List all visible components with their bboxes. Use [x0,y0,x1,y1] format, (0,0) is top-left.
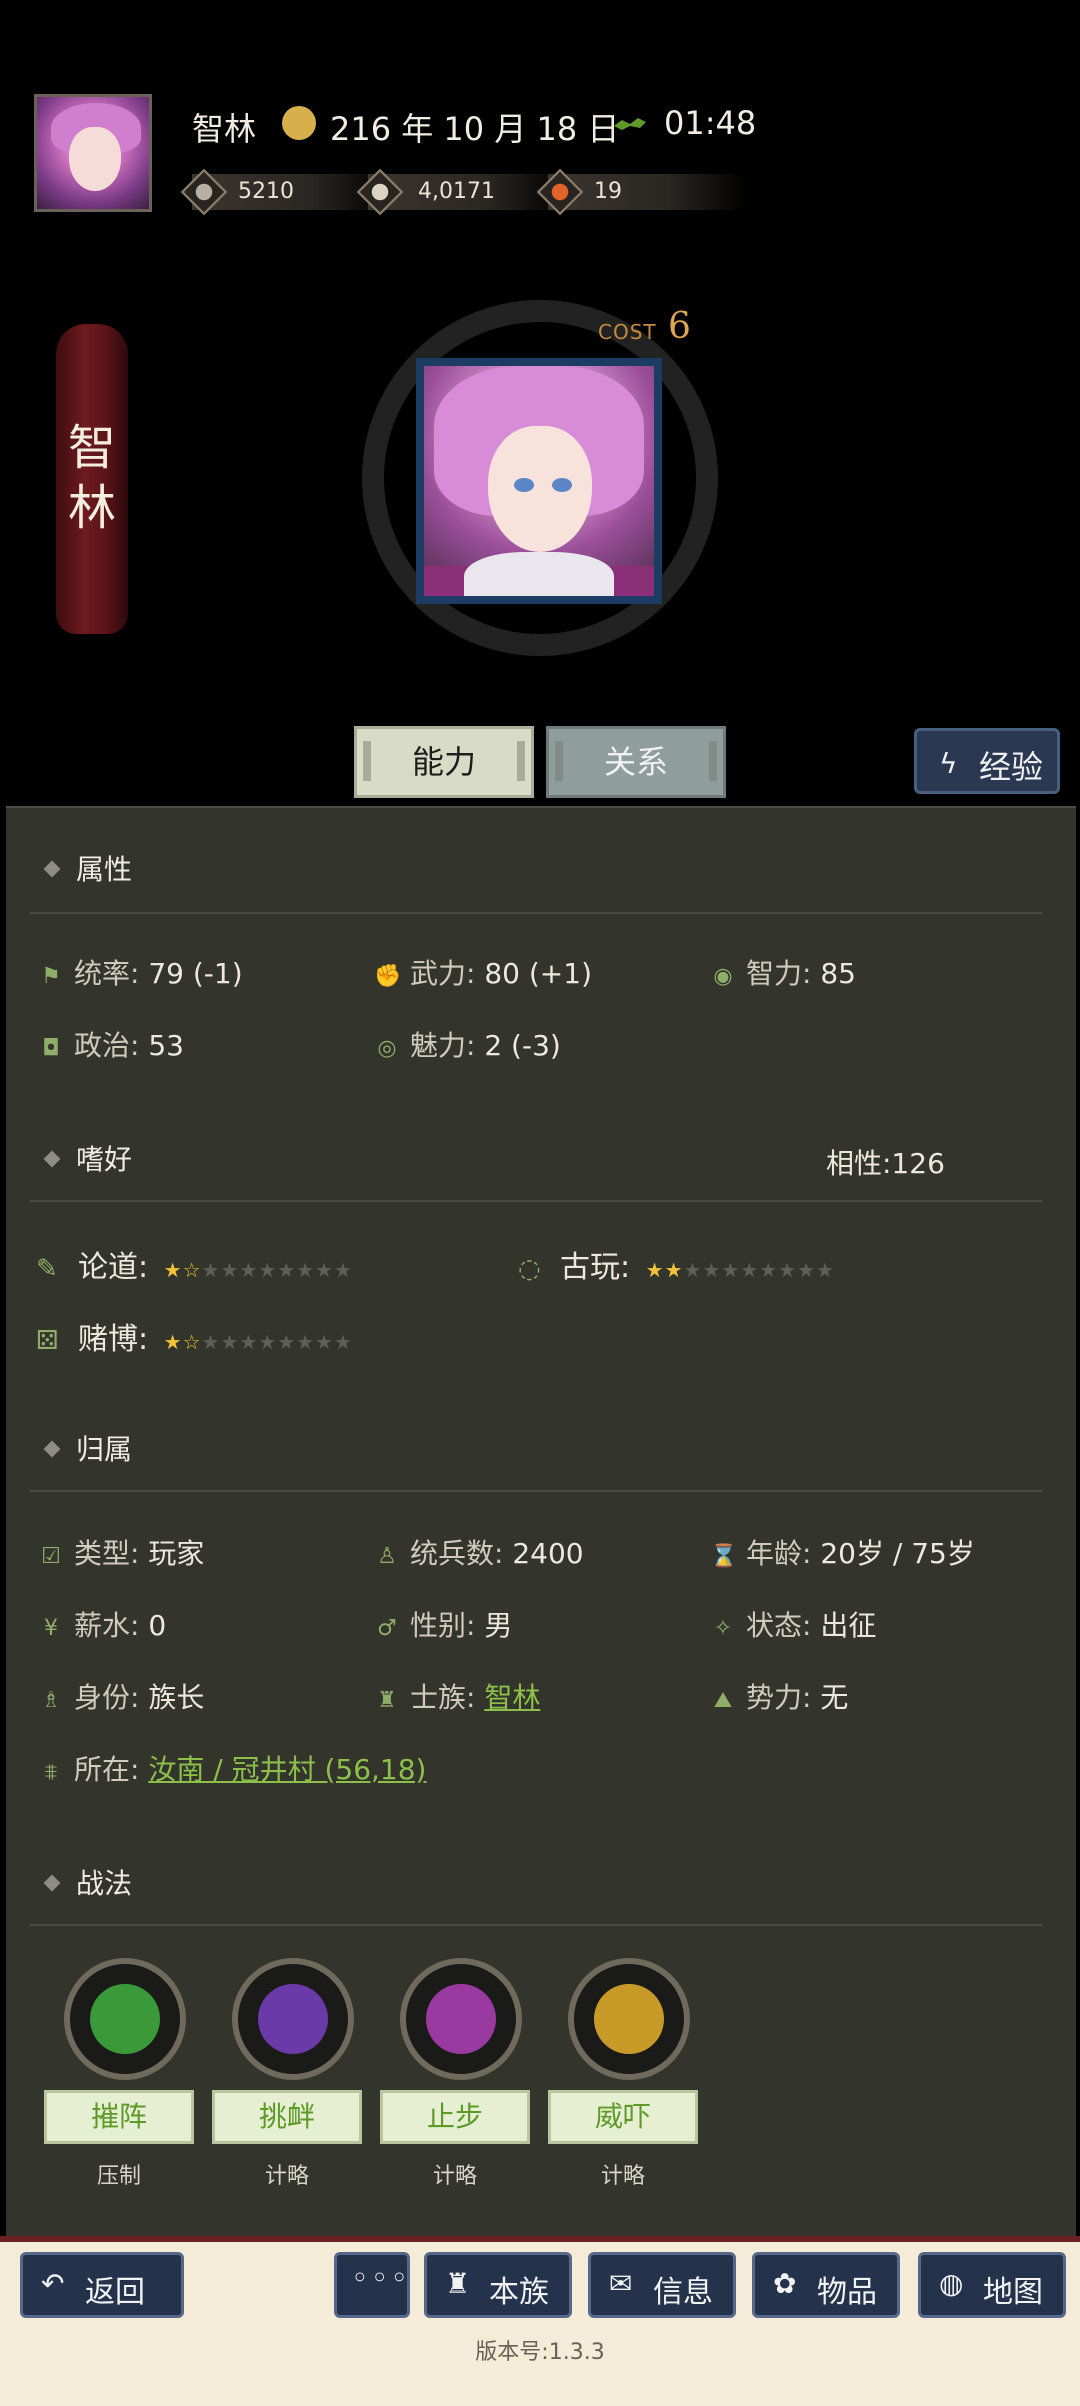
section-attributes: 属性 [36,848,132,888]
hero-portrait[interactable] [416,358,662,604]
lightning-icon: ϟ [939,747,958,780]
items-button[interactable]: ✿ 物品 [752,2252,900,2318]
affinity-value: 相性:126 [826,1147,945,1180]
more-button[interactable]: ◦◦◦ [334,2252,410,2318]
gender-icon: ♂ [377,1616,397,1641]
eye-icon: ◎ [377,1036,397,1061]
status-icon: ✧ [713,1616,733,1641]
info-faction: ⛰ 势力: 无 [710,1676,849,1716]
section-belonging: 归属 [36,1428,132,1468]
divider [30,1924,1042,1926]
info-identity: ♗ 身份: 族长 [38,1676,204,1716]
dragon-clock-icon [614,118,646,130]
scroll-icon: ✎ [36,1254,58,1284]
clan-icon: ♜ [377,1688,397,1713]
clan-link[interactable]: 智林 [484,1681,540,1714]
dice-icon: ⚄ [36,1326,59,1356]
info-type: ☑ 类型: 玩家 [38,1532,204,1572]
calendar-icon [282,106,316,140]
attr-charm: ◎ 魅力: 2 (-3) [374,1024,560,1064]
info-status: ✧ 状态: 出征 [710,1604,877,1644]
player-avatar[interactable] [34,94,152,212]
skill-intimidate-icon [568,1958,690,2080]
star-rating: ★★★★★★★★★★ [645,1258,835,1282]
info-button[interactable]: ✉ 信息 [588,2252,736,2318]
mountain-icon: ⛰ [713,1688,733,1713]
avatar-face [69,127,121,191]
divider [30,1490,1042,1492]
skill-halt-icon [400,1958,522,2080]
divider [30,1200,1042,1202]
back-button[interactable]: ↶ 返回 [20,2252,184,2318]
tab-relation[interactable]: 关系 [546,726,726,798]
name-banner: 智 林 [56,324,128,634]
hobby-gambling: ⚄ 赌博: ★☆★★★★★★★★ [36,1322,353,1357]
info-location: ⩨ 所在: 汝南 / 冠井村 (56,18) [38,1748,427,1788]
game-date: 216 年 10 月 18 日 [330,110,620,148]
cost-label: COST [598,320,657,344]
grass-icon: ⩨ [44,1760,58,1785]
soldier-icon: ♙ [377,1544,397,1569]
attr-command: ⚑ 统率: 79 (-1) [38,952,243,992]
clan-icon: ♜ [445,2267,471,2300]
fist-icon: ✊ [374,964,402,989]
section-hobbies: 嗜好 [36,1138,132,1178]
tab-ability[interactable]: 能力 [354,726,534,798]
hourglass-icon: ⌛ [710,1544,738,1569]
jade-icon: ◌ [518,1254,541,1284]
player-name: 智林 [192,110,257,148]
skill-crush-icon [64,1958,186,2080]
section-tactics: 战法 [36,1862,132,1902]
globe-icon: ◍ [939,2267,964,2300]
star-rating: ★☆★★★★★★★★ [163,1258,353,1282]
skill-provoke-icon [232,1958,354,2080]
info-clan: ♜ 士族: 智林 [374,1676,540,1716]
info-gender: ♂ 性别: 男 [374,1604,512,1644]
figure-icon: ♗ [41,1688,61,1713]
yen-icon: ¥ [44,1616,58,1641]
cost-value: 6 [668,306,691,347]
bag-icon: ✿ [773,2267,797,2300]
hobby-debate: ✎ 论道: ★☆★★★★★★★★ [36,1250,353,1285]
version-label: 版本号:1.3.3 [475,2340,605,2365]
attr-intellect: ◉ 智力: 85 [710,952,856,992]
attr-politics: ◘ 政治: 53 [38,1024,184,1064]
attr-force: ✊ 武力: 80 (+1) [374,957,592,990]
clan-button[interactable]: ♜ 本族 [424,2252,572,2318]
info-salary: ¥ 薪水: 0 [38,1604,166,1644]
hobby-antiques: ◌ 古玩: ★★★★★★★★★★ [518,1250,835,1285]
brain-icon: ◉ [713,964,733,989]
divider [30,912,1042,914]
experience-button[interactable]: ϟ 经验 [914,728,1060,794]
flag-icon: ⚑ [41,964,61,989]
star-rating: ★☆★★★★★★★★ [163,1330,353,1354]
info-age: ⌛ 年龄: 20岁 / 75岁 [710,1537,975,1570]
game-time: 01:48 [664,104,757,142]
back-arrow-icon: ↶ [41,2267,65,2300]
location-link[interactable]: 汝南 / 冠井村 (56,18) [148,1753,426,1786]
info-troops: ♙ 统兵数: 2400 [374,1532,583,1572]
map-button[interactable]: ◍ 地图 [918,2252,1066,2318]
checkbox-icon: ☑ [41,1544,61,1569]
chat-bubble-icon: ✉ [609,2267,633,2300]
bag-icon: ◘ [42,1036,60,1061]
